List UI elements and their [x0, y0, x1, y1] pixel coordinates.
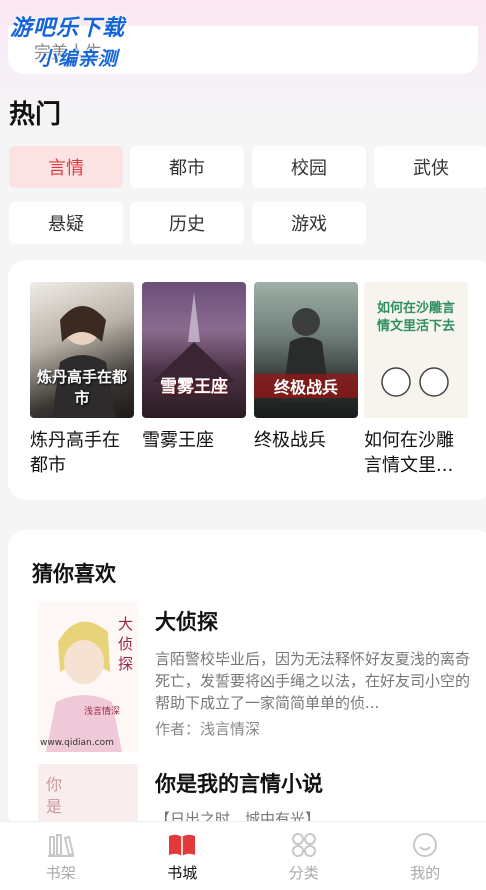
tab-mine[interactable]: 我的	[365, 822, 486, 890]
tab-label: 我的	[410, 862, 440, 883]
cover-site: www.qidian.com	[40, 738, 114, 748]
book-author: 作者：浅言情深	[155, 718, 260, 739]
watermark: 游吧乐下载 小编亲测	[10, 10, 125, 71]
cover-title: 雪雾王座	[142, 372, 246, 397]
tag-urban[interactable]: 都市	[130, 146, 244, 188]
cover-title: 炼丹高手在都市	[30, 366, 134, 408]
featured-book[interactable]: 终极战兵 终极战兵	[254, 282, 358, 453]
book-title: 你是我的言情小说	[155, 768, 323, 798]
tab-label: 分类	[289, 862, 319, 883]
tag-game[interactable]: 游戏	[252, 202, 366, 244]
bottom-tab-bar: 书架 书城 分类 我的	[0, 821, 486, 890]
book-cover: 雪雾王座	[142, 282, 246, 418]
tab-label: 书城	[167, 862, 197, 883]
guess-section-title: 猜你喜欢	[32, 558, 116, 588]
book-cover: 炼丹高手在都市	[30, 282, 134, 418]
tab-bookshelf[interactable]: 书架	[0, 822, 122, 890]
tag-wuxia[interactable]: 武侠	[374, 146, 486, 188]
book-title: 如何在沙雕言情文里...	[364, 428, 468, 478]
cover-title: 终极战兵	[254, 374, 358, 398]
tag-campus[interactable]: 校园	[252, 146, 366, 188]
featured-book[interactable]: 雪雾王座 雪雾王座	[142, 282, 246, 453]
book-title: 炼丹高手在都市	[30, 428, 134, 478]
book-description: 言陌警校毕业后，因为无法释怀好友夏浅的离奇死亡，发誓要将凶手绳之以法，在好友司小…	[155, 648, 475, 714]
book-title: 终极战兵	[254, 428, 358, 453]
featured-book[interactable]: 炼丹高手在都市 炼丹高手在都市	[30, 282, 134, 478]
tab-bookstore[interactable]: 书城	[122, 822, 244, 890]
guess-you-like-card: 猜你喜欢 大侦探 浅言情深 www.qidian.com 大侦探 言陌警校毕业后…	[8, 530, 486, 830]
book-title: 雪雾王座	[142, 428, 246, 453]
tag-history[interactable]: 历史	[130, 202, 244, 244]
cover-title: 大侦探	[118, 614, 134, 674]
tag-romance[interactable]: 言情	[9, 146, 123, 188]
book-title: 大侦探	[155, 606, 218, 636]
featured-book[interactable]: 如何在沙雕言情文里活下去 如何在沙雕言情文里...	[364, 282, 468, 478]
book-open-icon	[167, 832, 197, 858]
hot-section-title: 热门	[9, 94, 61, 131]
watermark-line2: 小编亲测	[38, 44, 125, 71]
book-cover: 终极战兵	[254, 282, 358, 418]
cover-author: 浅言情深	[84, 704, 120, 717]
grid-icon	[290, 832, 318, 858]
smile-icon	[411, 832, 439, 858]
recommended-book[interactable]: 大侦探 浅言情深 www.qidian.com 大侦探 言陌警校毕业后，因为无法…	[32, 602, 482, 752]
featured-books-card: 炼丹高手在都市 炼丹高手在都市 雪雾王座 雪雾王座 终极战兵 终极战兵 如何在沙…	[8, 260, 486, 500]
tab-label: 书架	[46, 862, 76, 883]
tab-category[interactable]: 分类	[243, 822, 365, 890]
cover-title: 你是	[46, 774, 62, 818]
watermark-line1: 游吧乐下载	[10, 10, 125, 42]
tag-mystery[interactable]: 悬疑	[9, 202, 123, 244]
book-cover: 大侦探 浅言情深 www.qidian.com	[38, 602, 138, 752]
bookshelf-icon	[47, 832, 75, 858]
book-cover: 如何在沙雕言情文里活下去	[364, 282, 468, 418]
